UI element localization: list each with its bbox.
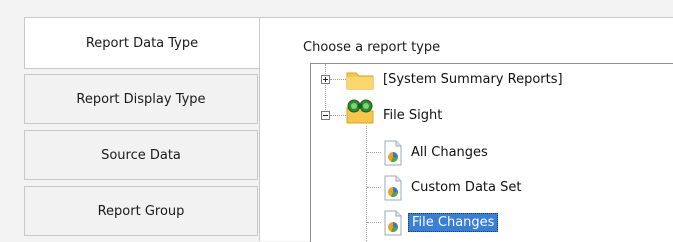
binoculars-folder-icon [346,99,374,124]
tree-node-all-changes[interactable]: All Changes [411,139,488,165]
report-icon [384,175,402,201]
tree-connector [330,115,346,116]
tree-node-label-selected: File Changes [408,212,499,232]
tree-connector [367,152,381,153]
tree-node-file-changes[interactable]: File Changes [408,209,499,235]
tab-report-data-type[interactable]: Report Data Type [24,17,260,69]
tree-connector [330,79,346,80]
report-type-tree[interactable]: [System Summary Reports] File Sight All … [310,63,673,242]
tab-report-group[interactable]: Report Group [24,186,258,236]
tab-report-display-type[interactable]: Report Display Type [24,74,258,124]
tree-node-label: [System Summary Reports] [383,71,563,87]
report-type-label: Choose a report type [303,40,441,55]
tab-label: Report Data Type [85,35,199,51]
report-icon [384,210,402,236]
tree-node-custom-data-set[interactable]: Custom Data Set [411,174,521,200]
collapse-icon[interactable] [321,111,330,120]
tree-node-label: Custom Data Set [411,179,522,195]
tab-label: Report Group [97,203,185,219]
report-icon [384,140,402,166]
tree-node-file-sight[interactable]: File Sight [383,102,442,128]
tree-connector [367,187,381,188]
tree-node-label: All Changes [411,144,488,160]
tab-label: Source Data [101,147,181,163]
tab-source-data[interactable]: Source Data [24,130,258,180]
tree-connector [325,64,326,118]
tree-node-system-summary-reports[interactable]: [System Summary Reports] [383,66,563,92]
expand-icon[interactable] [321,75,330,84]
tree-node-label: File Sight [383,107,443,123]
tab-label: Report Display Type [76,91,206,107]
tab-content-panel: Choose a report type [System Summary Rep… [259,17,673,242]
tree-connector [366,126,367,241]
folder-icon [346,72,374,90]
tree-connector [367,222,381,223]
